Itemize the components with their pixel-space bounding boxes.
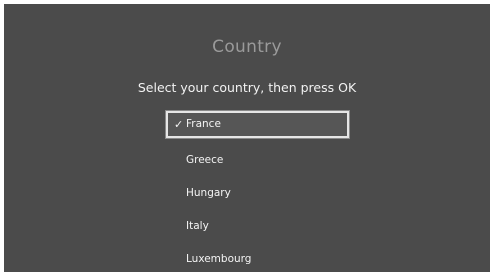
country-label: Luxembourg — [186, 253, 252, 265]
country-label: Italy — [186, 220, 209, 232]
country-setup-screen: Country Select your country, then press … — [4, 4, 490, 272]
country-label: Greece — [186, 154, 224, 166]
country-item-luxembourg[interactable]: Luxembourg — [166, 243, 349, 272]
instruction-text: Select your country, then press OK — [137, 80, 357, 95]
country-item-france[interactable]: ✓ France — [166, 111, 349, 138]
checkmark-icon: ✓ — [174, 118, 184, 131]
country-list: ✓ France Greece Hungary Italy Luxembourg — [166, 111, 349, 272]
country-item-italy[interactable]: Italy — [166, 210, 349, 243]
country-item-greece[interactable]: Greece — [166, 144, 349, 177]
country-item-hungary[interactable]: Hungary — [166, 177, 349, 210]
country-label: Hungary — [186, 187, 231, 199]
country-label: France — [186, 118, 221, 130]
page-title: Country — [212, 37, 282, 57]
